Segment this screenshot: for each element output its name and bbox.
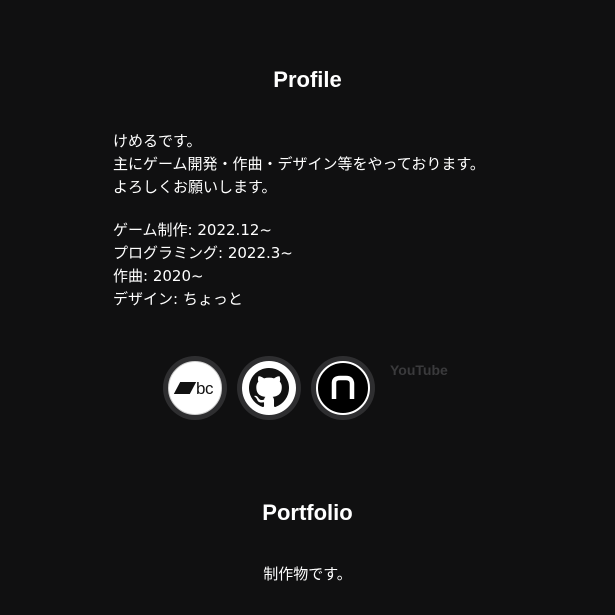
youtube-link[interactable]: YouTube <box>390 362 448 378</box>
bandcamp-link[interactable]: bc <box>163 356 227 420</box>
bandcamp-icon: bc <box>173 378 213 398</box>
note-icon <box>331 375 355 399</box>
profile-heading: Profile <box>273 67 342 92</box>
bandcamp-badge: bc <box>168 361 222 415</box>
github-badge <box>242 361 296 415</box>
intro-line: よろしくお願いします。 <box>113 178 277 196</box>
page: Profile けめるです。 主にゲーム開発・作曲・デザイン等をやっております。… <box>0 0 615 615</box>
profile-history: ゲーム制作: 2022.12~ プログラミング: 2022.3~ 作曲: 202… <box>113 219 293 311</box>
bandcamp-text: bc <box>196 378 213 398</box>
history-line: プログラミング: 2022.3~ <box>113 244 293 262</box>
intro-line: 主にゲーム開発・作曲・デザイン等をやっております。 <box>113 155 485 173</box>
note-badge <box>316 361 370 415</box>
social-links: bc YouTube <box>163 356 483 420</box>
profile-intro: けめるです。 主にゲーム開発・作曲・デザイン等をやっております。 よろしくお願い… <box>113 130 485 199</box>
intro-line: けめるです。 <box>113 132 202 150</box>
note-link[interactable] <box>311 356 375 420</box>
history-line: デザイン: ちょっと <box>113 290 243 308</box>
bandcamp-parallelogram <box>173 382 197 394</box>
history-line: ゲーム制作: 2022.12~ <box>113 221 272 239</box>
portfolio-heading: Portfolio <box>262 500 353 525</box>
github-icon <box>249 368 289 408</box>
portfolio-description: 制作物です。 <box>263 565 352 583</box>
history-line: 作曲: 2020~ <box>113 267 204 285</box>
github-link[interactable] <box>237 356 301 420</box>
